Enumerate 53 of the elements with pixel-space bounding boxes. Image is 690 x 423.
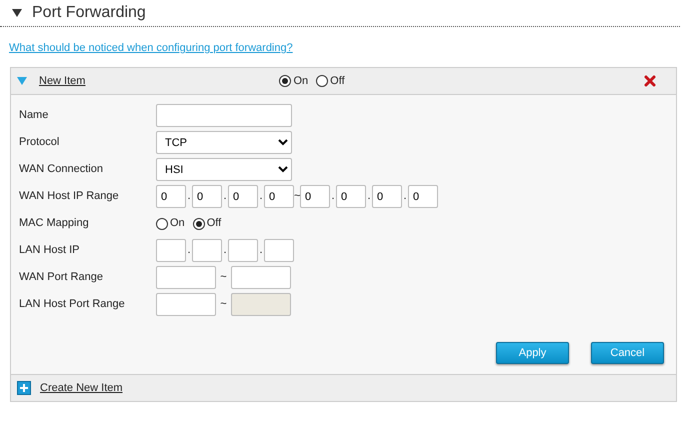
radio-button[interactable] [316,75,328,87]
ip-octet-field[interactable] [192,239,222,262]
radio-label[interactable]: Off [206,215,222,232]
section-title: Port Forwarding [32,3,146,23]
radio-label[interactable]: On [293,72,308,90]
field-label: WAN Connection [19,162,104,178]
ip-octet-field[interactable]: 0 [336,185,366,208]
port-field[interactable] [156,266,216,289]
separator: . [222,189,228,204]
ip-octet-field[interactable]: 0 [372,185,402,208]
separator: . [258,243,264,258]
field-label: Name [19,108,50,124]
ip-octet-field[interactable] [156,239,186,262]
separator: . [186,243,192,258]
radio-label[interactable]: On [170,215,185,232]
separator: . [402,189,408,204]
radio-button[interactable] [156,218,168,230]
ip-octet-field[interactable] [264,239,294,262]
field-label: WAN Port Range [19,270,104,286]
field-label: WAN Host IP Range [19,189,120,204]
port-field[interactable] [231,266,291,289]
field-label: Protocol [19,135,60,150]
separator: . [330,189,336,204]
field-label: MAC Mapping [19,216,90,232]
field-label: LAN Host IP [19,243,81,258]
separator: . [258,189,264,204]
close-icon[interactable] [644,75,656,87]
add-icon[interactable] [17,381,31,395]
radio-button[interactable] [279,75,292,87]
dropdown[interactable]: TCP [156,131,292,154]
separator: ~ [219,270,228,286]
ip-octet-field[interactable]: 0 [228,185,258,208]
collapse-icon[interactable] [12,8,22,18]
expand-icon[interactable] [17,76,27,86]
ip-octet-field[interactable]: 0 [408,185,438,208]
separator: . [366,189,372,204]
ip-octet-field[interactable]: 0 [300,185,330,208]
separator: ~ [294,189,300,204]
port-field[interactable] [156,293,216,316]
name-field[interactable] [156,104,292,127]
ip-octet-field[interactable]: 0 [264,185,294,208]
ip-octet-field[interactable]: 0 [192,185,222,208]
dropdown[interactable]: HSI [156,158,292,181]
separator: ~ [219,297,228,312]
separator: . [222,243,228,258]
radio-label[interactable]: Off [330,72,345,90]
separator: . [186,189,192,204]
item-title-link[interactable]: New Item [39,72,86,90]
create-link[interactable]: Create New Item [40,380,123,396]
field-label: LAN Host Port Range [19,297,126,312]
ip-octet-field[interactable]: 0 [156,185,186,208]
radio-button[interactable] [192,218,205,230]
ip-octet-field[interactable] [228,239,258,262]
